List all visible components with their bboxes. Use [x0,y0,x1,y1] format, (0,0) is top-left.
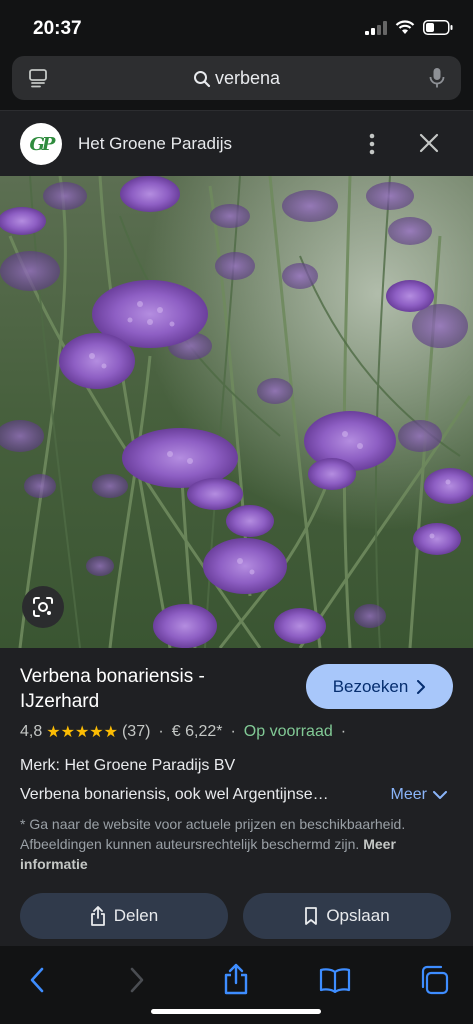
more-label: Meer [390,786,427,803]
back-icon[interactable] [28,966,46,994]
lens-icon [33,597,53,617]
mic-icon[interactable] [429,67,445,89]
product-info-panel: Verbena bonariensis - IJzerhard Bezoeken… [0,648,473,946]
disclaimer: * Ga naar de website voor actuele prijze… [20,814,420,874]
review-count: (37) [121,723,151,740]
save-label: Opslaan [326,906,390,925]
share-button[interactable]: Delen [20,893,228,939]
site-logo-text: GP [29,133,56,155]
rating-value: 4,8 [20,723,43,740]
bookmarks-icon[interactable] [319,967,351,993]
chevron-right-icon [417,679,426,694]
search-query-wrap[interactable]: verbena [12,68,461,89]
site-name[interactable]: Het Groene Paradijs [78,134,232,154]
search-icon [193,70,211,87]
home-indicator [151,1009,321,1014]
separator-dot: · [340,723,347,740]
rating-stars: ★★★★★ [46,724,118,741]
status-time: 20:37 [33,18,82,39]
more-button[interactable]: Meer [391,786,447,804]
site-logo: GP [20,123,62,165]
search-query[interactable]: verbena [215,68,280,89]
product-title[interactable]: Verbena bonariensis - IJzerhard [20,664,280,714]
close-icon[interactable] [419,133,439,153]
separator-dot: · [230,723,236,740]
status-bar: 20:37 [0,0,473,52]
tab-switcher-icon[interactable] [419,965,449,995]
verbena-photo [0,176,473,648]
share-label: Delen [113,906,159,925]
visit-button[interactable]: Bezoeken [306,664,453,709]
share-icon[interactable] [223,963,249,995]
status-icons [365,20,453,35]
save-button[interactable]: Opslaan [243,893,451,939]
bottom-toolbar [0,946,473,1024]
product-image[interactable] [0,176,473,648]
share-icon [90,906,105,926]
bookmark-icon [305,907,318,925]
lens-button[interactable] [22,586,64,628]
address-bar[interactable]: verbena [12,56,461,100]
kebab-icon[interactable] [369,133,375,155]
product-meta-row: 4,8 ★★★★★ (37) · € 6,22* · Op voorraad · [20,722,354,742]
wifi-icon [395,20,415,34]
battery-icon [423,20,453,35]
product-description: Verbena bonariensis, ook wel Argentijnse… [20,786,329,803]
site-header: GP Het Groene Paradijs [0,110,473,176]
disclaimer-text: * Ga naar de website voor actuele prijze… [20,816,406,852]
price: € 6,22* [171,723,223,740]
signal-icon [365,20,387,35]
separator-dot: · [158,723,164,740]
visit-label: Bezoeken [332,676,409,696]
stock-status: Op voorraad [243,723,333,740]
forward-icon[interactable] [128,966,146,994]
chevron-down-icon [433,790,447,799]
address-bar-area: verbena [0,52,473,110]
brand-text: Merk: Het Groene Paradijs BV [20,757,236,774]
